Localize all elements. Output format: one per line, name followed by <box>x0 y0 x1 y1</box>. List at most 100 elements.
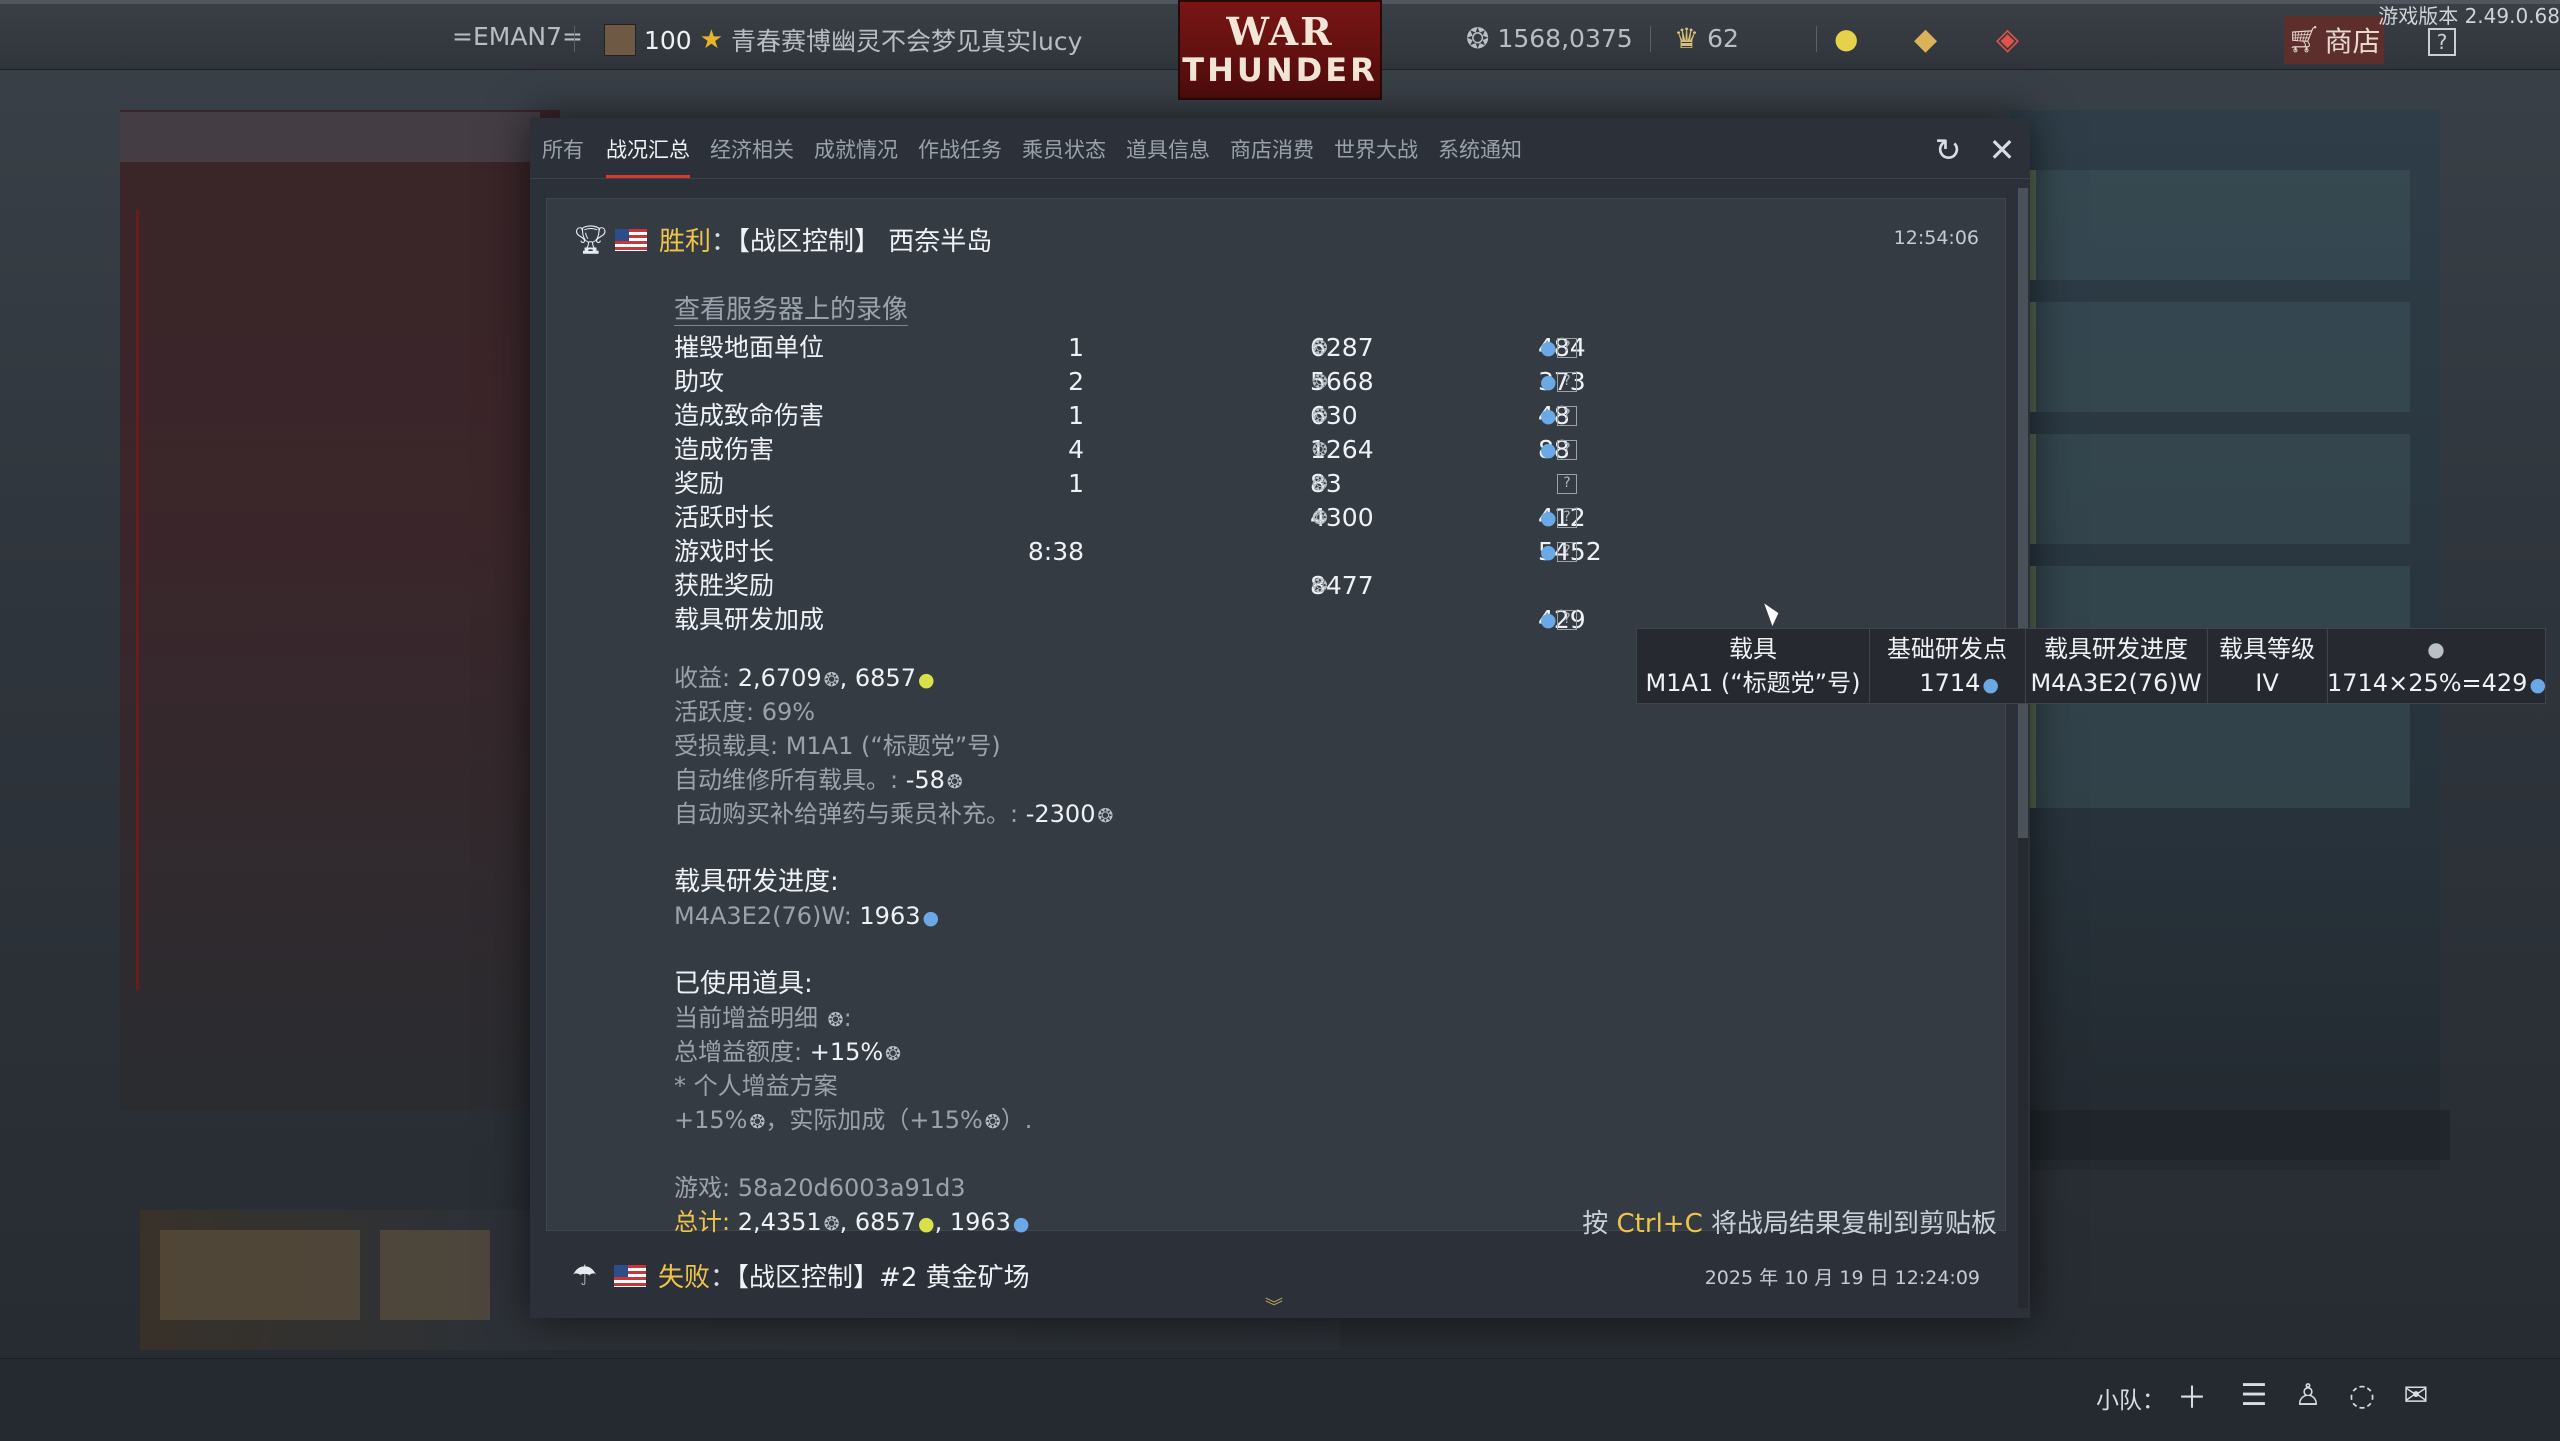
game-label: 游戏: <box>674 1174 738 1202</box>
stat-count: 2 <box>1068 367 1084 396</box>
tab-world-war[interactable]: 世界大战 <box>1334 134 1418 164</box>
help-icon[interactable]: ? <box>1557 542 1577 562</box>
coupons-button[interactable]: ◈ <box>1996 22 2019 57</box>
premium-button[interactable]: ● <box>1834 22 1858 55</box>
list-icon[interactable]: ☰ <box>2236 1377 2272 1413</box>
silver-lion-icon: ❂ <box>1312 371 1328 393</box>
golden-eagle-icon: ♛ <box>1674 22 1700 55</box>
game-version: 游戏版本 2.49.0.68 <box>2378 4 2560 28</box>
stat-count: 4 <box>1068 435 1084 464</box>
repair-value: -58 <box>905 766 945 794</box>
bottom-bar: 小队： ＋ ☰ ♙ ◌ ✉ <box>0 1358 2560 1441</box>
mail-icon[interactable]: ✉ <box>2398 1377 2434 1413</box>
damaged-vehicle-line: 受损载具: M1A1 (“标题党”号) <box>674 729 1001 763</box>
income-gold: 6857 <box>854 664 916 692</box>
help-icon[interactable]: ? <box>1557 372 1577 392</box>
help-icon[interactable]: ? <box>1557 474 1577 494</box>
tab-shop[interactable]: 商店消费 <box>1230 134 1314 164</box>
tab-economy[interactable]: 经济相关 <box>710 134 794 164</box>
boost-total-value: +15% <box>809 1038 884 1066</box>
chat-icon[interactable]: ◌ <box>2344 1377 2380 1413</box>
divider <box>574 26 575 52</box>
bg-tabstrip <box>120 112 540 162</box>
silver-lion-icon: ❂ <box>1097 805 1114 827</box>
tab-items[interactable]: 道具信息 <box>1126 134 1210 164</box>
bg-research-cards <box>2030 170 2410 830</box>
eagles-balance[interactable]: ♛ 62 <box>1674 22 1739 55</box>
tab-system[interactable]: 系统通知 <box>1438 134 1522 164</box>
stat-row: 游戏时长 8:38 5452 ● ? <box>674 535 1674 569</box>
stat-label: 活跃时长 <box>674 503 775 532</box>
help-icon[interactable]: ? <box>1557 338 1577 358</box>
gold-bulb-icon: ● <box>917 1213 935 1235</box>
entry-time: 2025 年 10 月 19 日 12:24:09 <box>1704 1267 1980 1289</box>
tab-crew[interactable]: 乘员状态 <box>1022 134 1106 164</box>
damaged-value: M1A1 (“标题党”号) <box>785 732 1001 760</box>
total-label: 总计: <box>674 1208 738 1236</box>
tooltip-col-base-rp: 基础研发点 1714 ● <box>1869 629 2026 703</box>
stat-label: 奖励 <box>674 469 725 498</box>
entry-time: 12:54:06 <box>1893 227 1979 249</box>
tooltip-value: M4A3E2(76)W <box>2030 669 2202 697</box>
help-icon[interactable]: ? <box>1557 610 1577 630</box>
tooltip-header: 载具 <box>1729 635 1777 663</box>
stat-count: 1 <box>1068 469 1084 498</box>
tooltip-value: 1714×25%=429 <box>2327 669 2528 697</box>
boost-actual: ，实际加成（+15% <box>765 1106 983 1134</box>
scrollbar[interactable] <box>2018 188 2028 1308</box>
inventory-button[interactable]: ◆ <box>1914 22 1937 57</box>
tooltip-value: 1714 <box>1919 669 1981 697</box>
tab-all[interactable]: 所有 <box>542 134 584 164</box>
research-point-icon: ● <box>1540 439 1557 461</box>
player-profile[interactable]: 100 ★ 青春赛博幽灵不会梦见真实lucy <box>604 22 1082 58</box>
silver-lion-icon: ❂ <box>1312 337 1328 359</box>
tab-battle-summary[interactable]: 战况汇总 <box>606 134 690 178</box>
logo-line1: WAR <box>1226 9 1334 54</box>
close-icon[interactable]: ✕ <box>1984 131 2020 169</box>
mission-name: 【战区控制】 西奈半岛 <box>737 227 993 257</box>
tooltip-col-vehicle: 载具 M1A1 (“标题党”号) <box>1637 629 1870 703</box>
result-separator: ： <box>710 1263 737 1293</box>
refresh-icon[interactable]: ↻ <box>1930 131 1966 169</box>
shop-label: 商店 <box>2324 25 2381 58</box>
plus-icon[interactable]: ＋ <box>2174 1377 2210 1416</box>
tooltip-col-rank: 载具等级 IV <box>2207 629 2328 703</box>
boost-actual-end: ）. <box>1000 1106 1033 1134</box>
copy-hint-pre: 按 <box>1582 1209 1617 1239</box>
research-point-icon: ● <box>2529 674 2547 696</box>
stat-label: 造成致命伤害 <box>674 401 825 430</box>
scrollbar-thumb[interactable] <box>2018 188 2028 838</box>
chevron-down-icon[interactable]: ︾ <box>1265 1293 1283 1319</box>
research-header: 载具研发进度: <box>674 867 839 897</box>
contacts-icon[interactable]: ♙ <box>2290 1377 2326 1413</box>
silver-lion-icon: ❂ <box>984 1111 1001 1133</box>
replay-link[interactable]: 查看服务器上的录像 <box>674 295 909 326</box>
stat-row: 造成致命伤害 1 630 ❂ 48 ● ? <box>674 399 1674 433</box>
tooltip-header: 基础研发点 <box>1887 635 2007 663</box>
entry-title: 🏆︎ 胜利：【战区控制】 西奈半岛 <box>573 221 992 258</box>
ticket-icon: ◈ <box>1996 22 2020 57</box>
stat-row: 助攻 2 5668 ❂ 373 ● ? <box>674 365 1674 399</box>
stat-row: 载具研发加成 429 ● ? <box>674 603 1674 637</box>
stat-row: 造成伤害 4 1264 ❂ 88 ● ? <box>674 433 1674 467</box>
stat-count: 1 <box>1068 401 1084 430</box>
help-icon[interactable]: ? <box>1557 508 1577 528</box>
tab-missions[interactable]: 作战任务 <box>918 134 1002 164</box>
help-icon[interactable]: ? <box>1557 406 1577 426</box>
tooltip-value: IV <box>2255 669 2279 697</box>
tooltip-header: 载具等级 <box>2219 635 2315 663</box>
usa-flag-icon <box>614 1264 646 1287</box>
mission-name: 【战区控制】#2 黄金矿场 <box>736 1263 1030 1293</box>
silver-lion-icon: ❂ <box>946 771 963 793</box>
shop-button[interactable]: 🛒︎ 商店 <box>2284 16 2384 64</box>
silver-lion-icon: ❂ <box>827 1009 844 1031</box>
tab-achievements[interactable]: 成就情况 <box>814 134 898 164</box>
help-icon[interactable]: ? <box>1557 440 1577 460</box>
silver-lions-balance[interactable]: ❂ 1568,0375 <box>1466 22 1633 55</box>
stat-label: 助攻 <box>674 367 725 396</box>
result-label: 失败 <box>658 1263 711 1293</box>
stat-row: 摧毁地面单位 1 6287 ❂ 484 ● ? <box>674 331 1674 365</box>
star-icon: ★ <box>699 25 724 55</box>
result-label: 胜利 <box>659 227 712 257</box>
help-button[interactable]: ? <box>2428 28 2456 56</box>
